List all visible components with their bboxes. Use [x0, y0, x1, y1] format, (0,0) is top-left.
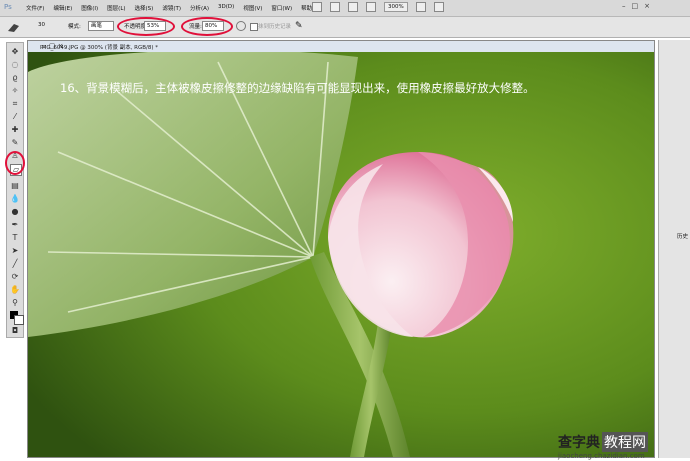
crop-tool-icon[interactable]: ⌗ [10, 99, 20, 109]
brush-tool-icon[interactable]: ✎ [10, 138, 20, 148]
image-canvas[interactable]: 16、背景模糊后，主体被橡皮擦修整的边缘缺陷有可能显现出来，使用橡皮擦最好放大修… [28, 52, 654, 457]
right-panel: 历史 [658, 40, 690, 458]
history-panel-label[interactable]: 历史 [677, 232, 688, 240]
toolbox: ✥ ◌ ϱ ✧ ⌗ ⁄ ✚ ✎ ♙ ▱ ▤ 💧 ● ✒ T ➤ ╱ ⟳ ✋ ⚲ … [6, 42, 24, 338]
menu-file[interactable]: 文件(F) [26, 4, 44, 12]
watermark-main: 查字典 [558, 435, 600, 451]
pressure-icon[interactable]: ✎ [295, 21, 303, 31]
menu-analysis[interactable]: 分析(A) [190, 4, 209, 12]
dodge-tool-icon[interactable]: ● [10, 207, 20, 217]
lasso-tool-icon[interactable]: ϱ [10, 73, 20, 83]
arrange-documents-button[interactable] [415, 2, 426, 12]
opacity-highlight [117, 17, 175, 36]
menu-select[interactable]: 选择(S) [135, 4, 154, 12]
watermark-box: 教程网 [602, 432, 648, 452]
watermark: 查字典 教程网 jiaocheng.chazidian.com [558, 432, 648, 460]
tutorial-caption: 16、背景模糊后，主体被橡皮擦修整的边缘缺陷有可能显现出来，使用橡皮擦最好放大修… [60, 81, 535, 95]
lotus-photo [28, 52, 654, 457]
healing-brush-icon[interactable]: ✚ [10, 125, 20, 135]
menu-bar: Ps 文件(F) 编辑(E) 图像(I) 图层(L) 选择(S) 滤镜(T) 分… [0, 0, 690, 17]
brush-size-value[interactable]: 30 [38, 22, 45, 28]
quick-select-icon[interactable]: ✧ [10, 86, 20, 96]
marquee-tool-icon[interactable]: ◌ [10, 60, 20, 70]
move-tool-icon[interactable]: ✥ [10, 47, 20, 57]
minimize-icon[interactable]: – [622, 2, 626, 10]
3d-rotate-icon[interactable]: ⟳ [10, 272, 20, 282]
menu-layer[interactable]: 图层(L) [107, 4, 125, 12]
bridge-button[interactable] [312, 2, 322, 12]
app-logo: Ps [4, 3, 12, 11]
document-window-controls[interactable]: ▭ ▢ × [40, 42, 650, 50]
menu-bar-controls: 300% [312, 2, 444, 12]
menu-edit[interactable]: 编辑(E) [53, 4, 72, 12]
menu-list: 文件(F) 编辑(E) 图像(I) 图层(L) 选择(S) 滤镜(T) 分析(A… [26, 4, 321, 12]
menu-window[interactable]: 窗口(W) [271, 4, 292, 12]
hand-tool-icon[interactable]: ✋ [10, 285, 20, 295]
hand-button[interactable] [348, 2, 358, 12]
blur-tool-icon[interactable]: 💧 [10, 194, 20, 204]
zoom-level[interactable]: 300% [384, 2, 408, 12]
quick-mask-icon[interactable]: ◘ [10, 326, 20, 336]
menu-image[interactable]: 图像(I) [81, 4, 98, 12]
pen-tool-icon[interactable]: ✒ [10, 220, 20, 230]
mode-select[interactable]: 画笔 [88, 21, 114, 31]
options-bar: 30 模式: 画笔 不透明度: 53% 流量: 80% 抹到历史记录 ✎ [0, 17, 690, 38]
menu-view[interactable]: 视图(V) [243, 4, 262, 12]
eyedropper-icon[interactable]: ⁄ [10, 112, 20, 122]
eraser-tool-icon[interactable] [6, 21, 22, 33]
airbrush-icon[interactable] [236, 21, 246, 31]
maximize-icon[interactable]: □ [632, 2, 639, 10]
type-tool-icon[interactable]: T [10, 233, 20, 243]
zoom-tool-button[interactable] [366, 2, 376, 12]
window-controls: – □ × [622, 2, 650, 10]
path-select-icon[interactable]: ➤ [10, 246, 20, 256]
line-tool-icon[interactable]: ╱ [10, 259, 20, 269]
document-window: IMG_6049.JPG @ 300% (背景 副本, RGB/8) * ▭ ▢… [27, 40, 655, 458]
background-color-swatch[interactable] [14, 315, 24, 325]
mini-bridge-button[interactable] [330, 2, 340, 12]
eraser-tool-highlight [5, 151, 25, 175]
zoom-tool-icon[interactable]: ⚲ [10, 298, 20, 308]
gradient-tool-icon[interactable]: ▤ [10, 181, 20, 191]
mode-label: 模式: [68, 24, 81, 30]
flow-highlight [181, 17, 233, 36]
watermark-url: jiaocheng.chazidian.com [558, 452, 645, 460]
close-icon[interactable]: × [644, 2, 650, 10]
menu-filter[interactable]: 滤镜(T) [162, 4, 181, 12]
erase-history-label: 抹到历史记录 [258, 24, 292, 30]
screen-mode-button[interactable] [433, 2, 444, 12]
erase-history-checkbox[interactable] [250, 23, 258, 31]
menu-3d[interactable]: 3D(D) [218, 4, 234, 12]
